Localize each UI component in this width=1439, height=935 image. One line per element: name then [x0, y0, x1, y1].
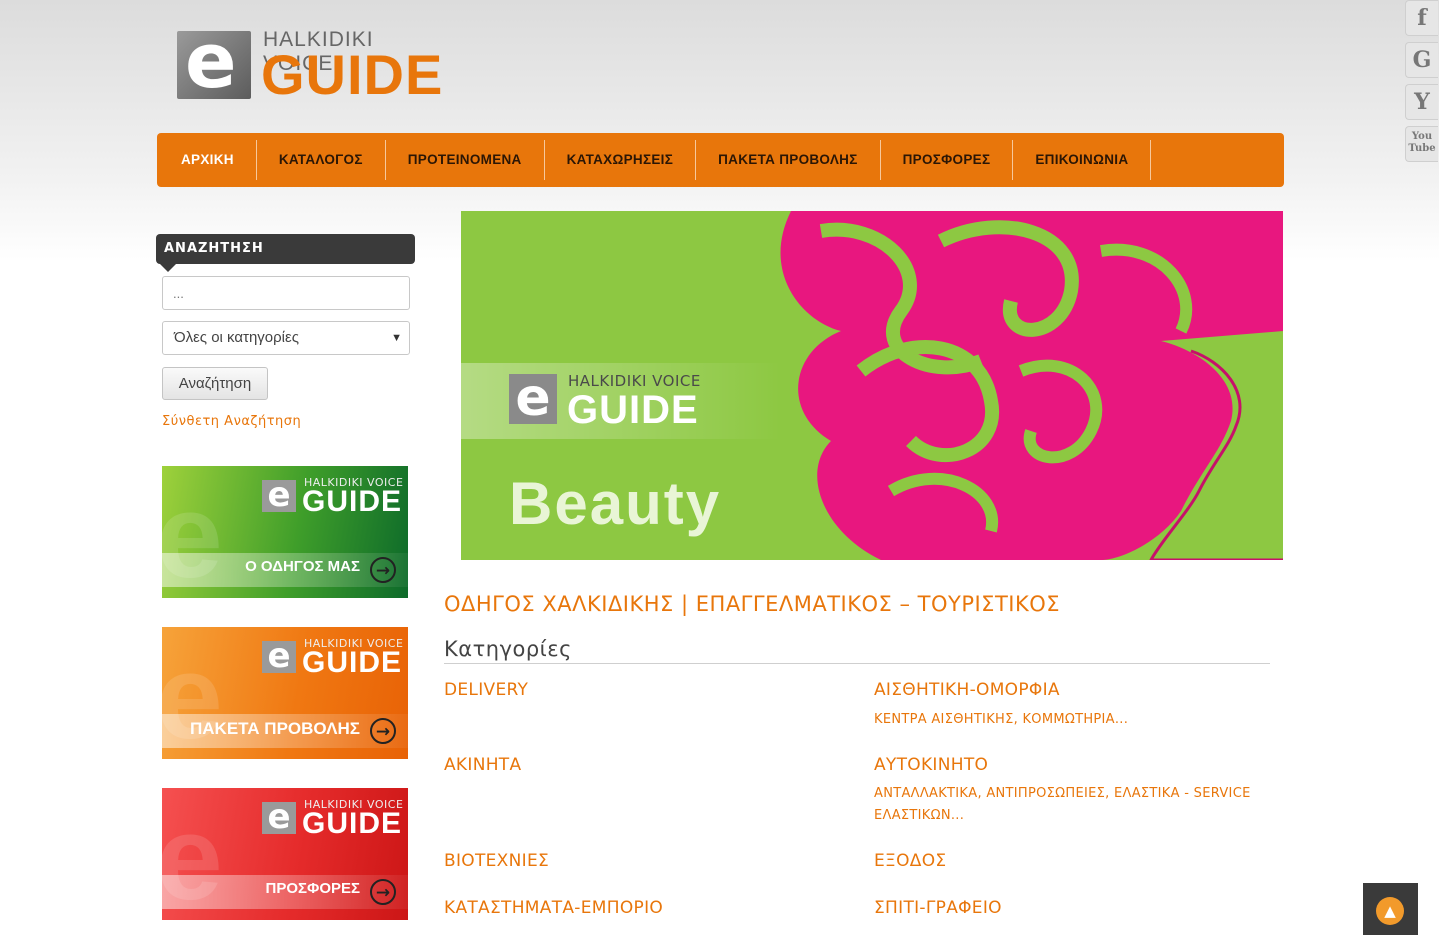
banner-label: ΠΑΚΕΤΑ ΠΡΟΒΟΛΗΣ	[190, 719, 360, 738]
site-logo[interactable]: e HALKIDIKI VOICE GUIDE	[177, 23, 447, 106]
nav-listings[interactable]: ΚΑΤΑΧΩΡΗΣΕΙΣ	[545, 140, 697, 180]
arrow-up-icon: ▲	[1376, 897, 1404, 925]
category-link[interactable]: ΣΠΙΤΙ-ΓΡΑΦΕΙΟ	[874, 898, 1002, 918]
nav-home[interactable]: ΑΡΧΙΚΗ	[159, 140, 257, 180]
banner-guide: GUIDE	[302, 807, 403, 840]
category-select[interactable]: Όλες οι κατηγορίες ▼	[162, 321, 410, 355]
social-bar: f G Y You Tube	[1405, 0, 1439, 168]
banner-e-icon: e	[262, 478, 296, 512]
advanced-search-link[interactable]: Σύνθετη Αναζήτηση	[162, 414, 301, 429]
hero-slider[interactable]: e HALKIDIKI VOICE GUIDE Beauty	[461, 211, 1283, 560]
banner-e-icon: e	[262, 639, 296, 673]
categories-heading: Κατηγορίες	[444, 637, 1270, 664]
banner-label: ΠΡΟΣΦΟΡΕΣ	[265, 880, 361, 897]
category-link[interactable]: ΑΚΙΝΗΤΑ	[444, 755, 521, 775]
hero-title: Beauty	[509, 470, 722, 537]
banner-e-icon: e	[262, 800, 296, 834]
google-plus-icon[interactable]: G	[1405, 42, 1438, 78]
dropdown-arrow-icon: ▼	[391, 332, 402, 344]
search-input[interactable]	[162, 276, 410, 310]
back-to-top-button[interactable]: ▲	[1363, 883, 1418, 935]
banner-offers[interactable]: e HALKIDIKI VOICE e GUIDE ΠΡΟΣΦΟΡΕΣ →	[162, 788, 408, 920]
nav-offers[interactable]: ΠΡΟΣΦΟΡΕΣ	[881, 140, 1014, 180]
banner-packages[interactable]: e HALKIDIKI VOICE e GUIDE ΠΑΚΕΤΑ ΠΡΟΒΟΛΗ…	[162, 627, 408, 759]
subcategory-links[interactable]: ΚΕΝΤΡΑ ΑΙΣΘΗΤΙΚΗΣ, ΚΟΜΜΩΤΗΡΙΑ...	[874, 709, 1274, 731]
bird-icon[interactable]: Y	[1405, 84, 1438, 120]
nav-packages[interactable]: ΠΑΚΕΤΑ ΠΡΟΒΟΛΗΣ	[696, 140, 881, 180]
hero-guide: GUIDE	[567, 388, 699, 432]
arrow-right-icon: →	[370, 718, 396, 744]
main-nav: ΑΡΧΙΚΗ ΚΑΤΑΛΟΓΟΣ ΠΡΟΤΕΙΝΟΜΕΝΑ ΚΑΤΑΧΩΡΗΣΕ…	[157, 133, 1284, 187]
banner-our-guide[interactable]: e HALKIDIKI VOICE e GUIDE Ο ΟΔΗΓΟΣ ΜΑΣ →	[162, 466, 408, 598]
arrow-right-icon: →	[370, 557, 396, 583]
banner-guide: GUIDE	[302, 646, 403, 679]
facebook-icon[interactable]: f	[1405, 0, 1438, 36]
page-title: ΟΔΗΓΟΣ ΧΑΛΚΙΔΙΚΗΣ | ΕΠΑΓΓΕΛΜΑΤΙΚΟΣ – ΤΟΥ…	[444, 592, 1061, 616]
category-select-value: Όλες οι κατηγορίες	[174, 329, 299, 346]
category-link[interactable]: ΒΙΟΤΕΧΝΙΕΣ	[444, 851, 549, 871]
nav-contact[interactable]: ΕΠΙΚΟΙΝΩΝΙΑ	[1013, 140, 1152, 180]
logo-e-mark: e	[177, 23, 251, 99]
category-link[interactable]: ΑΥΤΟΚΙΝΗΤΟ	[874, 755, 988, 775]
nav-featured[interactable]: ΠΡΟΤΕΙΝΟΜΕΝΑ	[386, 140, 545, 180]
banner-label: Ο ΟΔΗΓΟΣ ΜΑΣ	[245, 558, 360, 575]
banner-guide: GUIDE	[302, 485, 403, 518]
category-link[interactable]: ΕΞΟΔΟΣ	[874, 851, 946, 871]
category-link[interactable]: ΑΙΣΘΗΤΙΚΗ-ΟΜΟΡΦΙΑ	[874, 680, 1060, 700]
youtube-icon[interactable]: You Tube	[1405, 126, 1438, 162]
arrow-right-icon: →	[370, 879, 396, 905]
search-button[interactable]: Αναζήτηση	[162, 367, 268, 400]
category-link[interactable]: ΚΑΤΑΣΤΗΜΑΤΑ-ΕΜΠΟΡΙΟ	[444, 898, 663, 918]
category-link[interactable]: DELIVERY	[444, 680, 528, 700]
subcategory-links[interactable]: ΑΝΤΑΛΛΑΚΤΙΚΑ, ΑΝΤΙΠΡΟΣΩΠΕΙΕΣ, ΕΛΑΣΤΙΚΑ -…	[874, 783, 1264, 827]
nav-catalog[interactable]: ΚΑΤΑΛΟΓΟΣ	[257, 140, 386, 180]
logo-guide-text: GUIDE	[261, 43, 444, 106]
hero-e-icon: e	[509, 372, 557, 424]
search-heading: ΑΝΑΖΗΤΗΣΗ	[156, 234, 415, 272]
